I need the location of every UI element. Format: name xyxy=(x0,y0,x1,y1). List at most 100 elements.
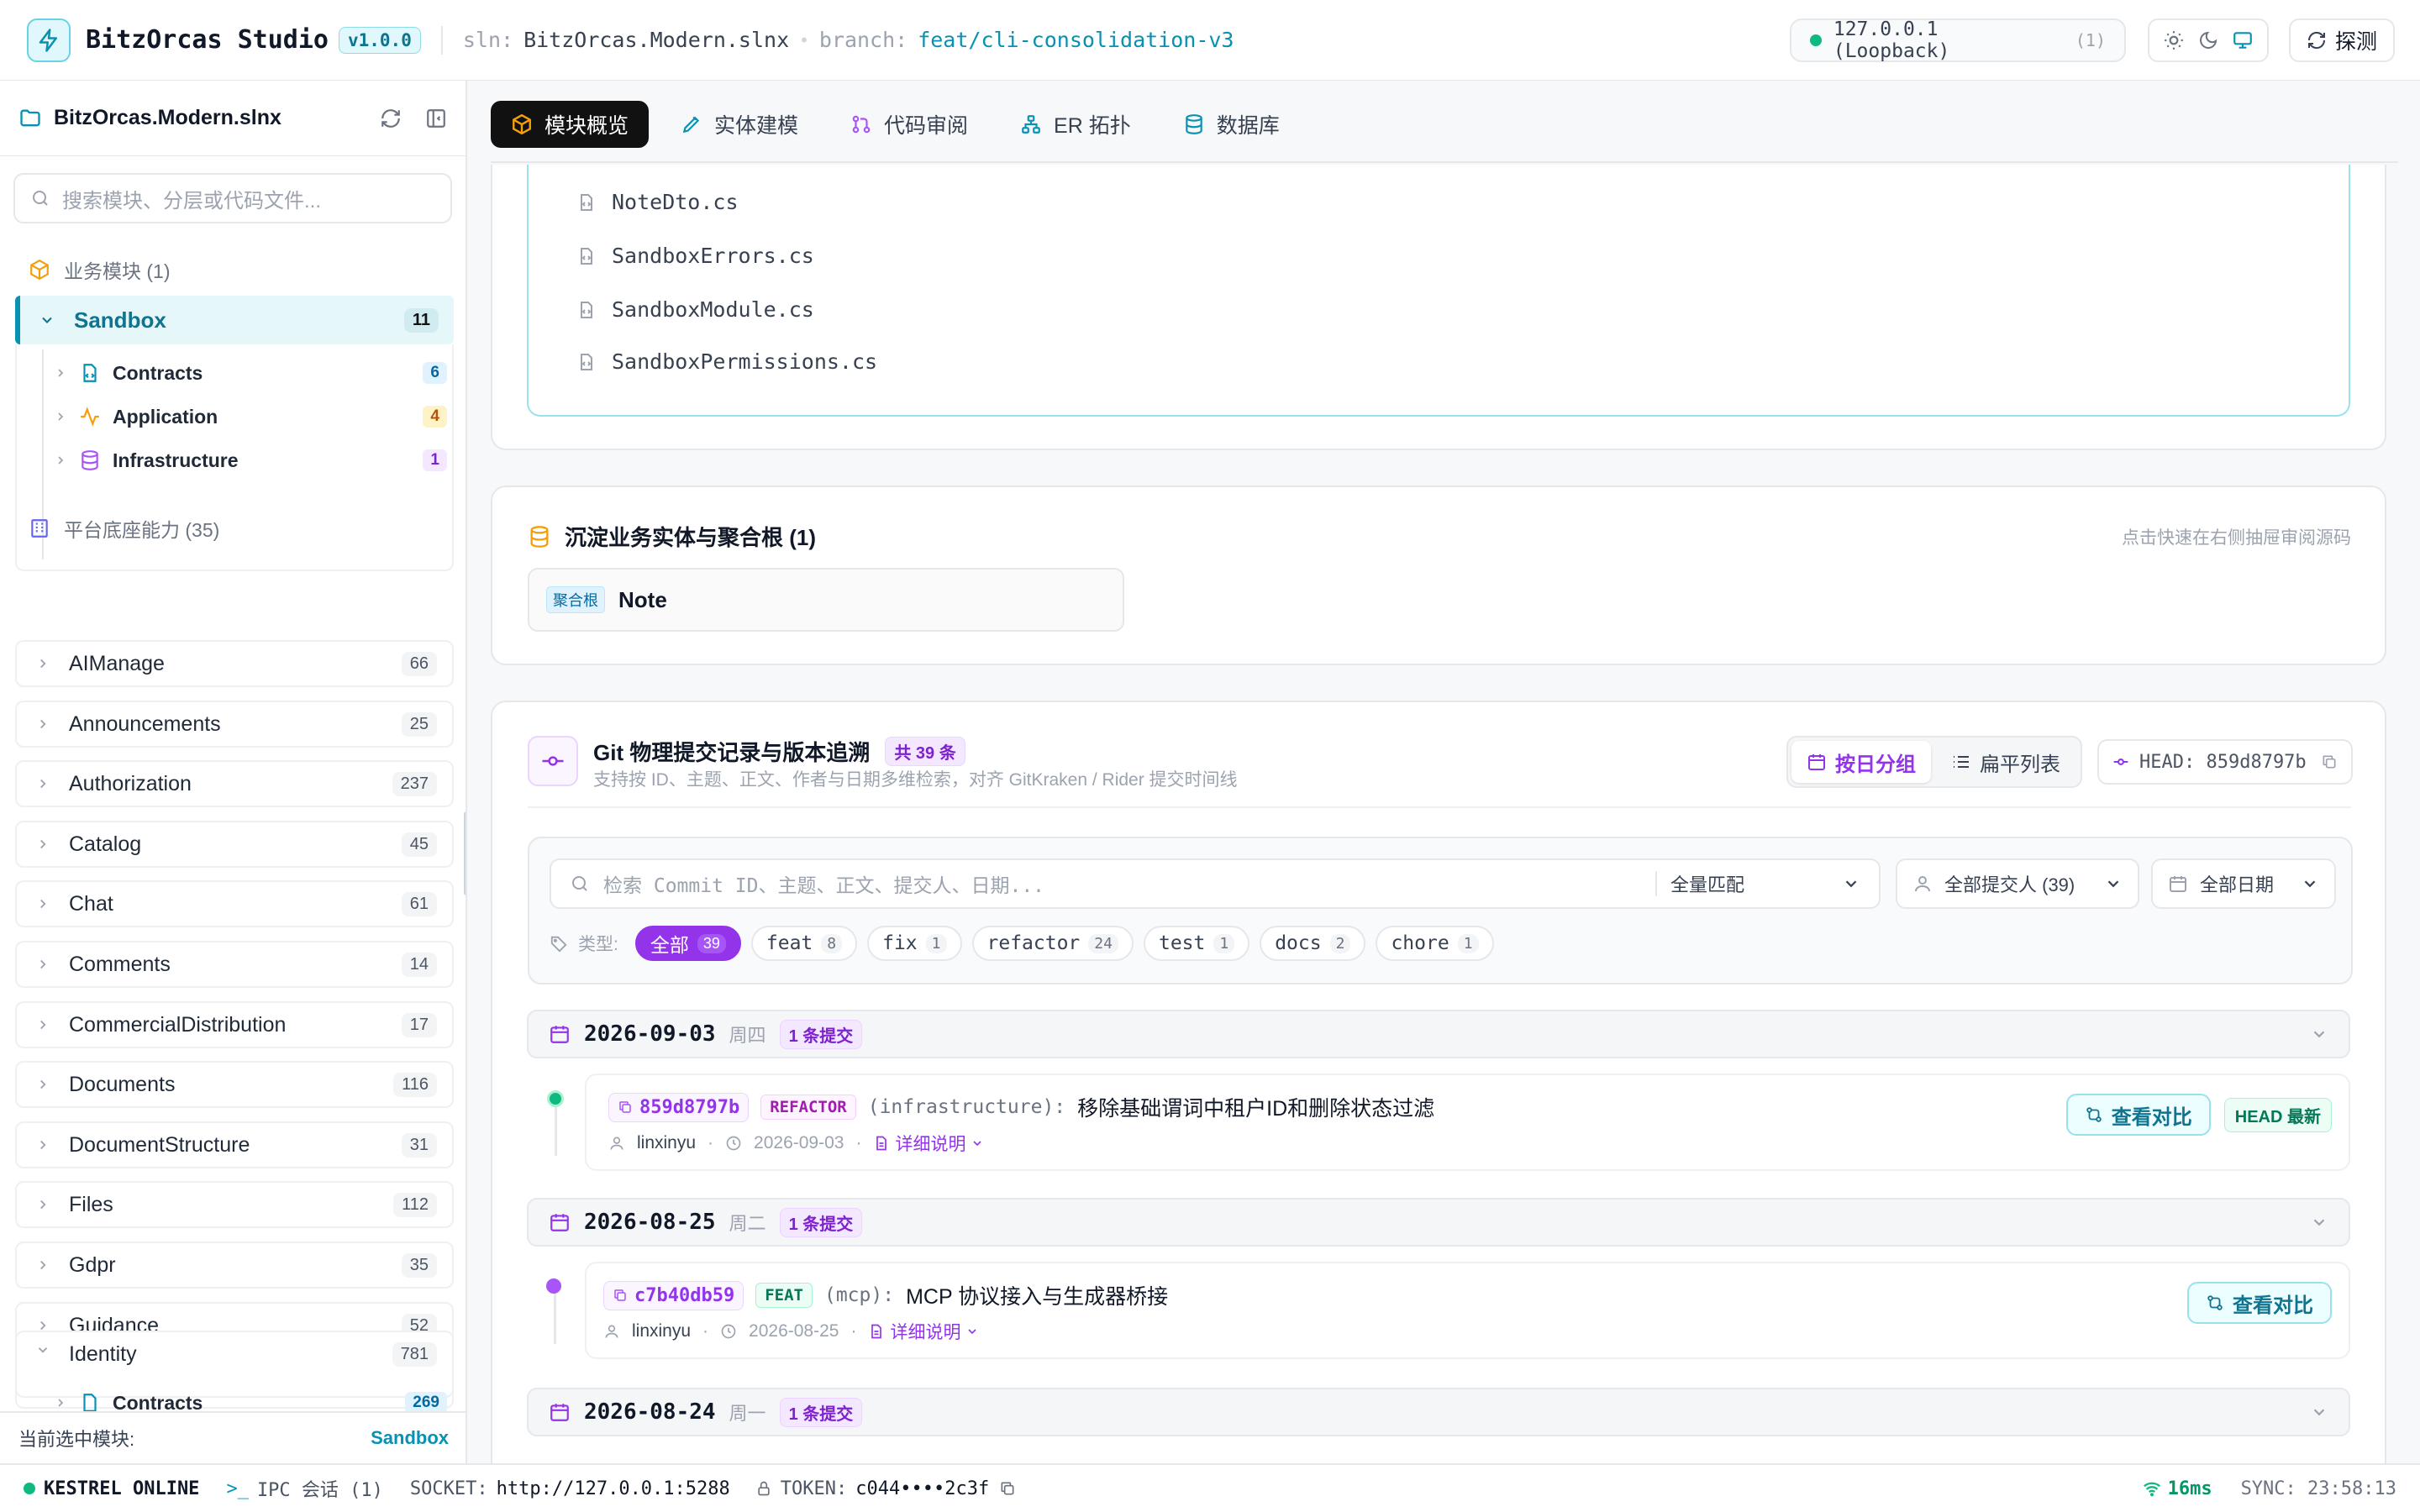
type-chip[interactable]: docs 2 xyxy=(1260,926,1366,961)
chevron-down-icon xyxy=(2301,874,2319,893)
module-item[interactable]: Chat 61 xyxy=(15,880,454,927)
chevron-down-icon xyxy=(965,1325,979,1338)
type-chip[interactable]: test 1 xyxy=(1143,926,1250,961)
copy-icon[interactable] xyxy=(999,1480,1016,1497)
type-chip[interactable]: 全部 39 xyxy=(634,926,741,961)
chevron-right-icon xyxy=(35,837,50,852)
calendar-icon xyxy=(549,1211,571,1233)
type-chip[interactable]: chore 1 xyxy=(1376,926,1494,961)
layer-application[interactable]: Application 4 xyxy=(54,395,447,438)
database-icon xyxy=(79,449,101,471)
database-icon xyxy=(1183,113,1205,135)
day-group-header[interactable]: 2026-08-25 周二 1 条提交 xyxy=(527,1198,2350,1247)
branch-value[interactable]: feat/cli-consolidation-v3 xyxy=(918,28,1234,52)
module-item[interactable]: CommercialDistribution 17 xyxy=(15,1001,454,1048)
module-item[interactable]: Documents 116 xyxy=(15,1061,454,1108)
moon-icon[interactable] xyxy=(2198,30,2218,50)
day-group-header[interactable]: 2026-09-03 周四 1 条提交 xyxy=(527,1010,2350,1058)
layer-infrastructure[interactable]: Infrastructure 1 xyxy=(54,438,447,482)
layer-contracts[interactable]: Contracts 6 xyxy=(54,351,447,395)
calendar-icon xyxy=(549,1401,571,1423)
separator-dot: · xyxy=(702,1321,709,1341)
type-chip-label: docs xyxy=(1275,932,1322,954)
module-name: Announcements xyxy=(69,711,221,736)
flat-list-button[interactable]: 扁平列表 xyxy=(1936,741,2075,783)
type-chip[interactable]: refactor 24 xyxy=(971,926,1134,961)
tab-entity-modeling[interactable]: 实体建模 xyxy=(660,101,818,148)
separator-dot: • xyxy=(801,29,808,50)
module-item[interactable]: AIManage 66 xyxy=(15,640,454,687)
head-indicator[interactable]: HEAD: 859d8797b xyxy=(2097,739,2353,785)
chevron-down-icon xyxy=(39,312,55,328)
commit-details-toggle[interactable]: 详细说明 xyxy=(868,1319,979,1344)
group-by-day-button[interactable]: 按日分组 xyxy=(1791,741,1931,783)
document-icon xyxy=(868,1323,885,1340)
monitor-icon[interactable] xyxy=(2232,29,2254,51)
files-panel xyxy=(527,165,2350,417)
tab-code-review[interactable]: 代码审阅 xyxy=(830,101,988,148)
commit-row[interactable]: c7b40db59 FEAT (mcp): MCP 协议接入与生成器桥接 lin… xyxy=(585,1262,2350,1359)
chevron-down-icon xyxy=(2310,1025,2328,1043)
day-weekday: 周二 xyxy=(729,1213,766,1234)
sidebar-scrollbar[interactable] xyxy=(464,811,466,895)
day-group-header[interactable]: 2026-08-24 周一 1 条提交 xyxy=(527,1388,2350,1436)
copy-icon[interactable] xyxy=(2321,753,2338,770)
entity-note[interactable]: 聚合根 Note xyxy=(528,568,1124,632)
module-item[interactable]: Announcements 25 xyxy=(15,701,454,748)
type-chip-count: 39 xyxy=(697,933,726,953)
commit-hash[interactable]: c7b40db59 xyxy=(603,1280,744,1310)
sidebar-header: BitzOrcas.Modern.slnx xyxy=(0,81,466,156)
module-item[interactable]: Authorization 237 xyxy=(15,760,454,807)
date-filter-select[interactable]: 全部日期 xyxy=(2151,858,2336,909)
chevron-right-icon xyxy=(35,1257,50,1273)
file-item[interactable]: SandboxModule.cs xyxy=(576,297,814,322)
commit-scope: (infrastructure): xyxy=(867,1096,1066,1118)
git-title: Git 物理提交记录与版本追溯 xyxy=(593,740,871,765)
author-filter-select[interactable]: 全部提交人 (39) xyxy=(1896,858,2139,909)
match-mode-select[interactable]: 全量匹配 xyxy=(1670,870,1860,897)
module-item[interactable]: Gdpr 35 xyxy=(15,1242,454,1289)
module-item[interactable]: Files 112 xyxy=(15,1181,454,1228)
commit-hash-value: 859d8797b xyxy=(639,1096,740,1118)
commit-hash[interactable]: 859d8797b xyxy=(608,1092,750,1122)
module-item[interactable]: Comments 14 xyxy=(15,941,454,988)
refresh-icon[interactable] xyxy=(380,108,402,129)
file-item[interactable]: SandboxErrors.cs xyxy=(576,244,814,268)
cube-icon xyxy=(29,259,50,281)
tab-database[interactable]: 数据库 xyxy=(1163,101,1300,148)
file-item[interactable]: SandboxPermissions.cs xyxy=(576,349,877,374)
type-chip[interactable]: fix 1 xyxy=(867,926,962,961)
file-item[interactable]: NoteDto.cs xyxy=(576,190,739,214)
tab-module-overview[interactable]: 模块概览 xyxy=(491,101,650,148)
divider xyxy=(528,806,2351,808)
compare-button[interactable]: 查看对比 xyxy=(2065,1094,2211,1136)
module-name: Identity xyxy=(69,1342,137,1366)
chevron-down-icon xyxy=(1842,874,1860,893)
sidebar-search-input[interactable]: 搜索模块、分层或代码文件... xyxy=(13,173,452,223)
connection-indicator[interactable]: 127.0.0.1 (Loopback) (1) xyxy=(1790,18,2126,62)
compare-button[interactable]: 查看对比 xyxy=(2187,1282,2332,1324)
module-count: 14 xyxy=(401,952,437,977)
compare-label: 查看对比 xyxy=(2233,1294,2313,1317)
commit-details-toggle[interactable]: 详细说明 xyxy=(873,1131,984,1156)
module-item[interactable]: Catalog 45 xyxy=(15,821,454,868)
chevron-right-icon xyxy=(54,366,67,380)
module-item[interactable]: DocumentStructure 31 xyxy=(15,1121,454,1168)
collapse-panel-icon[interactable] xyxy=(425,108,447,129)
git-subtitle: 支持按 ID、主题、正文、作者与日期多维检索，对齐 GitKraken / Ri… xyxy=(593,770,1238,790)
search-placeholder: 搜索模块、分层或代码文件... xyxy=(62,189,322,213)
sun-icon[interactable] xyxy=(2163,29,2185,51)
commit-row[interactable]: 859d8797b REFACTOR (infrastructure): 移除基… xyxy=(585,1074,2350,1171)
divider xyxy=(1655,871,1657,896)
probe-button[interactable]: 探测 xyxy=(2289,18,2395,62)
chevron-right-icon xyxy=(54,410,67,423)
server-status: KESTREL ONLINE xyxy=(44,1478,200,1499)
ipc-sessions[interactable]: IPC 会话 (1) xyxy=(257,1475,383,1502)
module-count: 11 xyxy=(403,307,439,333)
tab-er-topology[interactable]: ER 拓扑 xyxy=(1000,101,1151,148)
type-chip[interactable]: feat 8 xyxy=(750,926,858,961)
commit-search-input[interactable]: 检索 Commit ID、主题、正文、提交人、日期... 全量匹配 xyxy=(550,858,1881,909)
module-sandbox[interactable]: Sandbox 11 xyxy=(15,296,454,344)
calendar-icon xyxy=(1807,752,1827,772)
code-file-icon xyxy=(576,300,597,320)
